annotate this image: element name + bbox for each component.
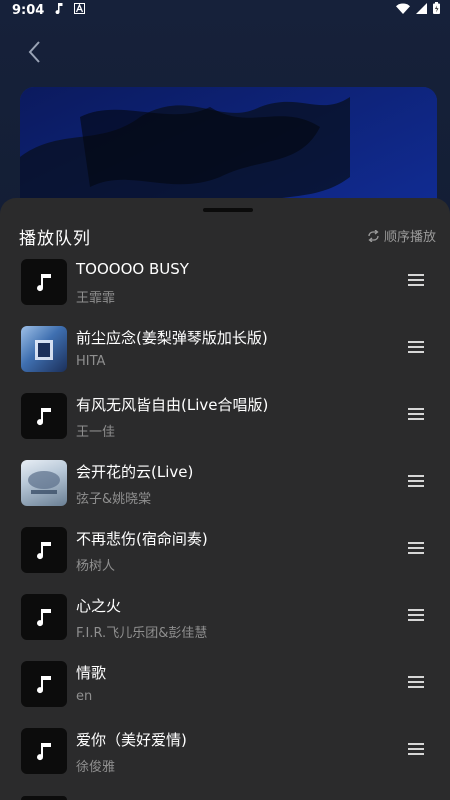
- music-notification-icon: [54, 2, 64, 18]
- play-mode-label: 顺序播放: [383, 230, 436, 245]
- song-title: 前尘应念(姜梨弹琴版加长版): [76, 329, 268, 347]
- song-title: 有风无风皆自由(Live合唱版): [76, 396, 269, 414]
- music-note-icon: [21, 393, 67, 439]
- song-title: 爱你（美好爱情): [76, 731, 187, 749]
- album-art-thumbnail: [21, 460, 67, 506]
- song-title: 情歌: [76, 664, 107, 682]
- status-time: 9:04: [12, 2, 45, 18]
- reorder-handle-icon[interactable]: [408, 676, 424, 690]
- music-note-icon: [21, 259, 67, 305]
- song-artist: 杨树人: [76, 559, 116, 574]
- sheet-drag-handle[interactable]: [203, 208, 253, 212]
- queue-item[interactable]: 不再悲伤(宿命间奏) 杨树人: [0, 524, 450, 584]
- song-artist: 王一佳: [76, 425, 116, 440]
- queue-item[interactable]: 会开花的云(Live) 弦子&姚晓棠: [0, 457, 450, 517]
- song-artist: HITA: [76, 354, 106, 369]
- signal-icon: [416, 2, 427, 18]
- wifi-icon: [396, 3, 410, 18]
- reorder-handle-icon[interactable]: [408, 475, 424, 489]
- song-title: 不再悲伤(宿命间奏): [76, 530, 208, 548]
- song-title: 会开花的云(Live): [76, 463, 194, 481]
- song-artist: 王霏霏: [76, 291, 116, 306]
- reorder-handle-icon[interactable]: [408, 408, 424, 422]
- song-artist: F.I.R.飞儿乐团&彭佳慧: [76, 626, 208, 641]
- status-bar: 9:04: [0, 0, 450, 20]
- song-artist: 徐俊雅: [76, 760, 116, 775]
- battery-icon: [433, 2, 440, 18]
- reorder-handle-icon[interactable]: [408, 274, 424, 288]
- queue-item[interactable]: 有风无风皆自由(Live合唱版) 王一佳: [0, 390, 450, 450]
- music-note-icon: [21, 661, 67, 707]
- repeat-icon: [368, 229, 379, 242]
- queue-item[interactable]: 前尘应念(姜梨弹琴版加长版) HITA: [0, 323, 450, 383]
- queue-item[interactable]: TOOOOO BUSY 王霏霏: [0, 256, 450, 316]
- music-note-icon: [21, 594, 67, 640]
- play-queue-sheet: 播放队列 顺序播放 TOOOOO BUSY 王霏霏 前尘应念(姜梨弹琴版加长版)…: [0, 198, 450, 800]
- queue-item[interactable]: 情歌 en: [0, 658, 450, 718]
- album-art-thumbnail: [21, 326, 67, 372]
- music-note-icon: [21, 527, 67, 573]
- app-notification-icon: [74, 2, 86, 18]
- music-note-icon: [21, 728, 67, 774]
- song-title: TOOOOO BUSY: [76, 260, 189, 278]
- reorder-handle-icon[interactable]: [408, 609, 424, 623]
- reorder-handle-icon[interactable]: [408, 743, 424, 757]
- song-title: 心之火: [76, 597, 122, 615]
- queue-item[interactable]: 心之火 F.I.R.飞儿乐团&彭佳慧: [0, 591, 450, 651]
- reorder-handle-icon[interactable]: [408, 341, 424, 355]
- queue-item[interactable]: 爱你（美好爱情) 徐俊雅: [0, 725, 450, 785]
- song-artist: 弦子&姚晓棠: [76, 492, 152, 507]
- play-mode-button[interactable]: 顺序播放: [367, 226, 436, 245]
- song-artist: en: [76, 689, 93, 704]
- reorder-handle-icon[interactable]: [408, 542, 424, 556]
- chevron-left-icon: [28, 41, 40, 63]
- queue-title: 播放队列: [19, 229, 91, 249]
- next-item-thumbnail-partial: [21, 796, 67, 800]
- back-button[interactable]: [22, 38, 46, 66]
